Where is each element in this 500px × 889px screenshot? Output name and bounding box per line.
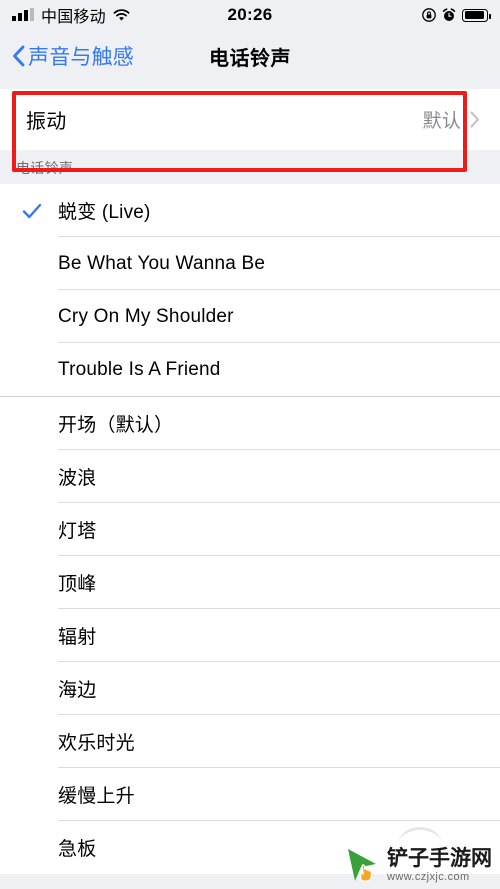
vibration-label: 振动	[26, 111, 67, 133]
carrier-label: 中国移动	[41, 9, 106, 26]
status-bar-left: 中国移动	[12, 3, 130, 27]
ringtone-row[interactable]: 开场（默认）	[0, 397, 500, 450]
battery-icon	[462, 8, 491, 22]
chevron-right-icon	[470, 111, 480, 128]
watermark-url: www.czjxjc.com	[387, 870, 470, 883]
ringtone-label: 欢乐时光	[58, 733, 135, 754]
system-ringtone-list: 开场（默认） 波浪灯塔顶峰辐射海边欢乐时光缓慢上升急板	[0, 397, 500, 874]
ringtone-label: 顶峰	[58, 574, 97, 595]
ringtone-row[interactable]: Cry On My Shoulder	[0, 290, 500, 343]
ringtone-label: 辐射	[58, 627, 97, 648]
ringtone-row[interactable]: Be What You Wanna Be	[0, 237, 500, 290]
status-bar-right	[422, 8, 491, 22]
watermark-title: 铲子手游网	[387, 845, 492, 870]
ringtone-label: 缓慢上升	[58, 786, 135, 807]
rotation-lock-icon	[422, 8, 436, 22]
vibration-row[interactable]: 振动 默认	[0, 89, 500, 150]
ringtone-row[interactable]: 欢乐时光	[0, 715, 500, 768]
phone-screen: 中国移动 20:26 声音与触感 电话铃声 振动 默认 电话铃声 蜕变 (Liv…	[0, 0, 500, 889]
ringtone-label: 灯塔	[58, 521, 97, 542]
alarm-clock-icon	[442, 8, 456, 22]
watermark: 铲子手游网 www.czjxjc.com	[342, 845, 492, 885]
ringtone-label: 蜕变 (Live)	[58, 202, 151, 223]
ringtone-label: Be What You Wanna Be	[58, 252, 266, 274]
ringtone-row[interactable]: 海边	[0, 662, 500, 715]
chevron-left-icon	[12, 45, 25, 67]
vibration-group: 振动 默认	[0, 89, 500, 150]
wifi-icon	[113, 8, 130, 22]
ringtone-row[interactable]: 顶峰	[0, 556, 500, 609]
ringtone-label: 开场（默认）	[58, 415, 174, 436]
section-header-ringtone: 电话铃声	[0, 150, 500, 184]
ringtone-label: 海边	[58, 680, 97, 701]
ringtone-row[interactable]: 波浪	[0, 450, 500, 503]
ringtone-label: 波浪	[58, 468, 97, 489]
ringtone-label: 急板	[58, 839, 97, 860]
ringtone-row[interactable]: 辐射	[0, 609, 500, 662]
back-button[interactable]: 声音与触感	[0, 41, 134, 71]
watermark-text: 铲子手游网 www.czjxjc.com	[387, 845, 492, 883]
ringtone-row[interactable]: 蜕变 (Live)	[0, 184, 500, 237]
cellular-signal-icon	[12, 8, 34, 21]
custom-ringtone-list: 蜕变 (Live) Be What You Wanna Be Cry On My S…	[0, 184, 500, 396]
ringtone-row[interactable]: Trouble Is A Friend	[0, 343, 500, 396]
ringtone-row[interactable]: 灯塔	[0, 503, 500, 556]
status-bar: 中国移动 20:26	[0, 0, 500, 30]
ringtone-label: Trouble Is A Friend	[58, 358, 221, 380]
ringtone-row[interactable]: 缓慢上升	[0, 768, 500, 821]
navigation-bar: 声音与触感 电话铃声	[0, 30, 500, 82]
cursor-play-logo-icon	[342, 845, 382, 885]
checkmark-icon	[22, 201, 42, 221]
vibration-value: 默认	[422, 111, 461, 132]
back-button-label: 声音与触感	[28, 46, 134, 69]
ringtone-label: Cry On My Shoulder	[58, 305, 234, 327]
